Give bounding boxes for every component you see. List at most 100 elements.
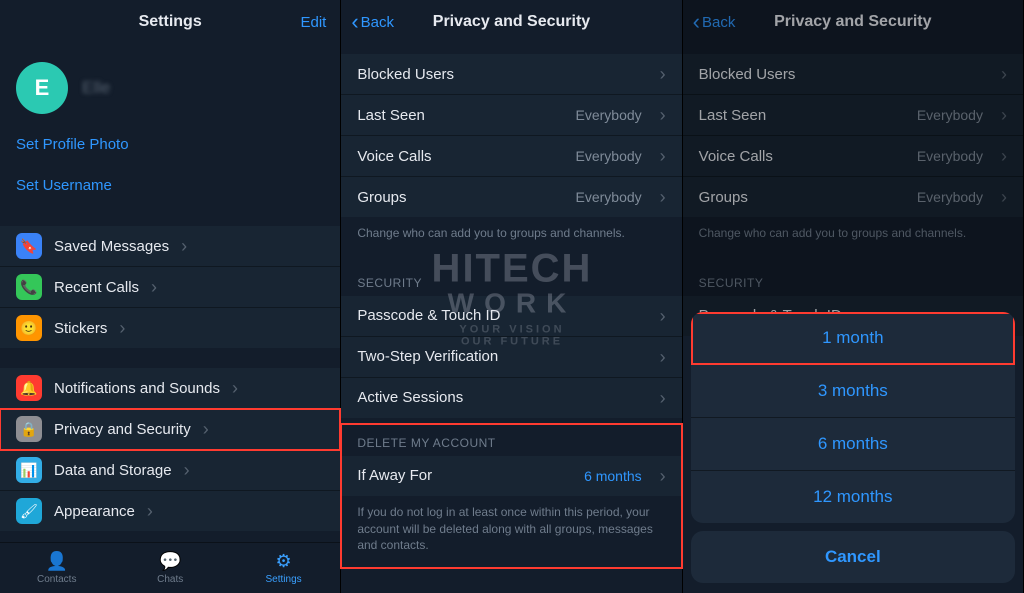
delete-account-header: DELETE MY ACCOUNT: [341, 424, 681, 456]
chevron-right-icon: ›: [151, 278, 157, 296]
row-blocked-users[interactable]: Blocked Users ›: [341, 54, 681, 95]
row-label: Voice Calls: [699, 148, 773, 165]
bookmark-icon: 🔖: [16, 233, 42, 259]
chevron-right-icon: ›: [1001, 188, 1007, 206]
row-label: Saved Messages: [54, 238, 169, 255]
row-voice-calls[interactable]: Voice Calls Everybody ›: [683, 136, 1023, 177]
row-label: Last Seen: [357, 107, 425, 124]
bell-icon: 🔔: [16, 375, 42, 401]
row-groups[interactable]: GroupsEverybody›: [683, 177, 1023, 217]
tab-label: Chats: [157, 574, 183, 585]
lock-icon: 🔒: [16, 416, 42, 442]
set-username-link[interactable]: Set Username: [0, 165, 340, 206]
row-groups[interactable]: Groups Everybody ›: [341, 177, 681, 217]
brush-icon: 🖌: [16, 498, 42, 524]
chevron-right-icon: ›: [203, 420, 209, 438]
row-label: Stickers: [54, 320, 107, 337]
row-label: Notifications and Sounds: [54, 380, 220, 397]
row-value: Everybody: [576, 107, 642, 123]
row-appearance[interactable]: 🖌Appearance›: [0, 491, 340, 531]
chevron-right-icon: ›: [660, 307, 666, 325]
contacts-icon: 👤: [46, 551, 68, 572]
tab-settings[interactable]: ⚙︎ Settings: [227, 543, 340, 593]
privacy-panel-sheet: ‹Back Privacy and Security Blocked Users…: [683, 0, 1024, 593]
privacy-title-3: Privacy and Security: [774, 13, 931, 31]
row-value: Everybody: [576, 148, 642, 164]
set-profile-photo-link[interactable]: Set Profile Photo: [0, 124, 340, 165]
security-header-3: SECURITY: [683, 256, 1023, 296]
row-blocked-users[interactable]: Blocked Users ›: [683, 54, 1023, 95]
row-label: Passcode & Touch ID: [357, 307, 500, 324]
privacy-panel: ‹Back Privacy and Security Blocked Users…: [341, 0, 682, 593]
row-voice-calls[interactable]: Voice CallsEverybody›: [341, 136, 681, 177]
delete-account-footer: If you do not log in at least once withi…: [341, 496, 681, 568]
privacy-footer: Change who can add you to groups and cha…: [341, 217, 681, 256]
sheet-option-1-month[interactable]: 1 month: [691, 312, 1015, 365]
row-label: Groups: [699, 189, 748, 206]
sticker-icon: 🙂: [16, 315, 42, 341]
if-away-value: 6 months: [584, 468, 642, 484]
if-away-for-row[interactable]: If Away For 6 months ›: [341, 456, 681, 496]
row-value: Everybody: [576, 189, 642, 205]
chevron-left-icon: ‹: [351, 11, 358, 33]
chevron-right-icon: ›: [660, 389, 666, 407]
tab-contacts[interactable]: 👤 Contacts: [0, 543, 113, 593]
privacy-header-3: ‹Back Privacy and Security: [683, 0, 1023, 44]
if-away-label: If Away For: [357, 467, 432, 484]
tab-label: Settings: [266, 574, 302, 585]
row-label: Active Sessions: [357, 389, 463, 406]
row-label: Voice Calls: [357, 148, 431, 165]
row-label: Groups: [357, 189, 406, 206]
row-label: Privacy and Security: [54, 421, 191, 438]
sheet-option-6-months[interactable]: 6 months: [691, 418, 1015, 471]
action-sheet: 1 month3 months6 months12 months Cancel: [691, 312, 1015, 583]
chevron-right-icon: ›: [660, 467, 666, 485]
chevron-right-icon: ›: [660, 65, 666, 83]
tab-chats[interactable]: 💬 Chats: [113, 543, 226, 593]
settings-title: Settings: [139, 13, 202, 31]
row-label: Appearance: [54, 503, 135, 520]
row-label: Blocked Users: [357, 66, 454, 83]
chevron-right-icon: ›: [1001, 147, 1007, 165]
row-recent-calls[interactable]: 📞Recent Calls›: [0, 267, 340, 308]
row-label: Data and Storage: [54, 462, 172, 479]
row-two-step-verification[interactable]: Two-Step Verification›: [341, 337, 681, 378]
avatar: E: [16, 62, 68, 114]
privacy-title: Privacy and Security: [433, 13, 590, 31]
tab-label: Contacts: [37, 574, 76, 585]
sheet-option-12-months[interactable]: 12 months: [691, 471, 1015, 523]
row-active-sessions[interactable]: Active Sessions ›: [341, 378, 681, 418]
chevron-right-icon: ›: [181, 237, 187, 255]
chats-icon: 💬: [159, 551, 181, 572]
chevron-right-icon: ›: [1001, 106, 1007, 124]
profile-block[interactable]: E Elle: [0, 44, 340, 124]
row-last-seen[interactable]: Last SeenEverybody›: [683, 95, 1023, 136]
profile-name: Elle: [82, 78, 110, 98]
row-stickers[interactable]: 🙂 Stickers ›: [0, 308, 340, 348]
settings-icon: ⚙︎: [276, 551, 292, 572]
action-sheet-cancel[interactable]: Cancel: [691, 531, 1015, 583]
chevron-right-icon: ›: [660, 188, 666, 206]
sheet-option-3-months[interactable]: 3 months: [691, 365, 1015, 418]
edit-button[interactable]: Edit: [300, 0, 326, 44]
chevron-right-icon: ›: [119, 319, 125, 337]
chevron-right-icon: ›: [1001, 65, 1007, 83]
tab-bar: 👤 Contacts 💬 Chats ⚙︎ Settings: [0, 542, 340, 593]
row-value: Everybody: [917, 148, 983, 164]
privacy-header: ‹Back Privacy and Security: [341, 0, 681, 44]
row-label: Two-Step Verification: [357, 348, 498, 365]
row-last-seen[interactable]: Last SeenEverybody›: [341, 95, 681, 136]
row-privacy-and-security[interactable]: 🔒 Privacy and Security ›: [0, 409, 340, 450]
chevron-right-icon: ›: [232, 379, 238, 397]
row-data-and-storage[interactable]: 📊Data and Storage›: [0, 450, 340, 491]
chevron-right-icon: ›: [184, 461, 190, 479]
row-passcode-touch-id[interactable]: Passcode & Touch ID ›: [341, 296, 681, 337]
chevron-left-icon: ‹: [693, 11, 700, 33]
phone-icon: 📞: [16, 274, 42, 300]
row-label: Blocked Users: [699, 66, 796, 83]
back-button[interactable]: ‹Back: [351, 0, 394, 44]
back-button-3[interactable]: ‹Back: [693, 0, 736, 44]
row-saved-messages[interactable]: 🔖 Saved Messages ›: [0, 226, 340, 267]
row-notifications-and-sounds[interactable]: 🔔 Notifications and Sounds ›: [0, 368, 340, 409]
row-label: Last Seen: [699, 107, 767, 124]
